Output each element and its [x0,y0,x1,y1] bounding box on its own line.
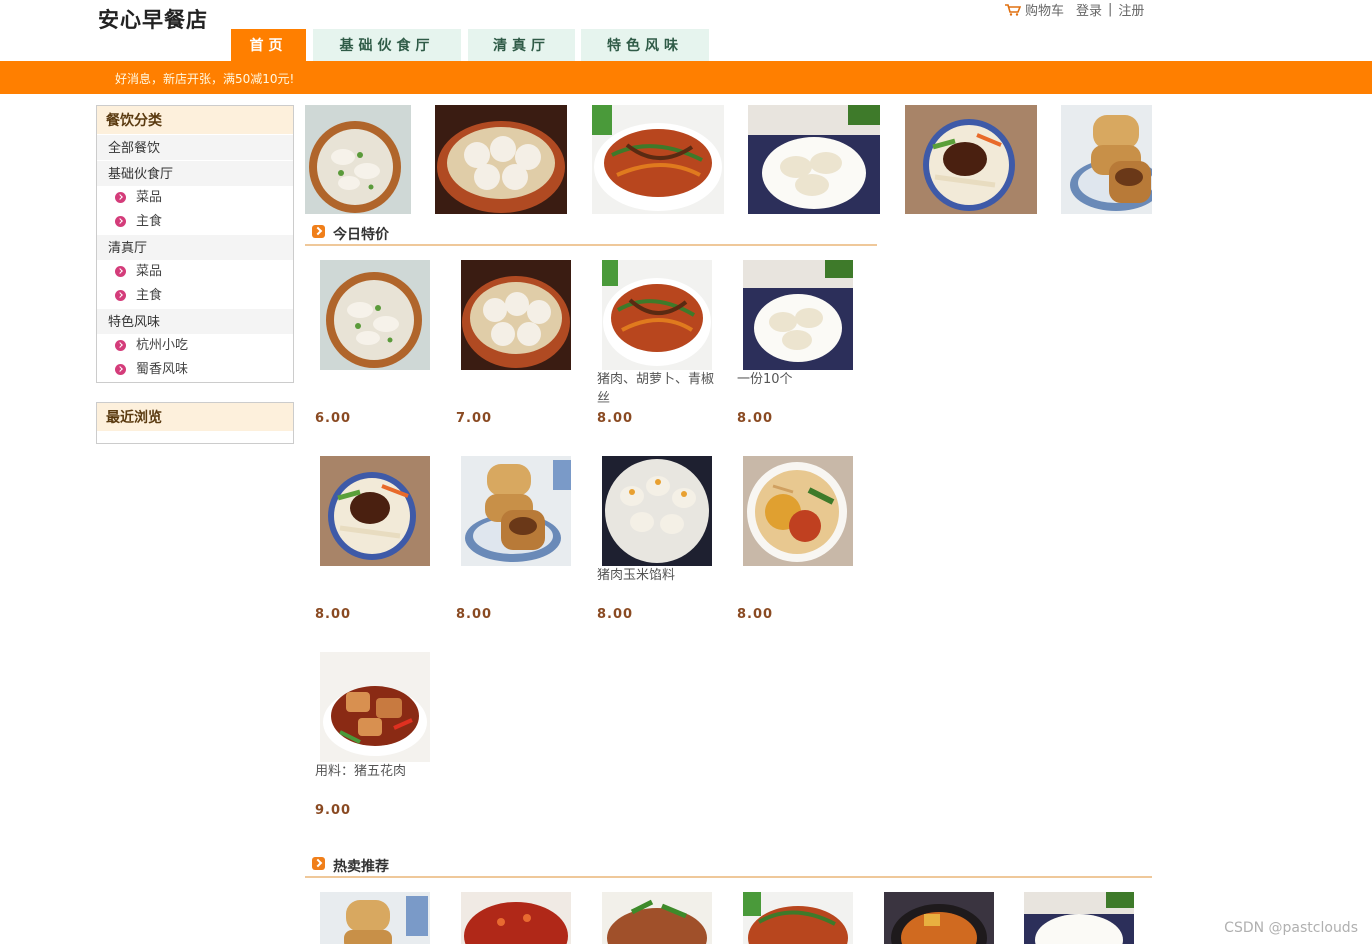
sidebar-item-halal-hall[interactable]: 清真厅 [97,234,293,260]
product-image-zhajiang-noodles[interactable] [320,456,430,566]
recent-title: 最近浏览 [97,403,293,431]
link-separator: | [1108,2,1113,17]
product-image-dumplings[interactable] [743,260,853,370]
sidebar-sub-label: 杭州小吃 [136,338,189,353]
arrow-bullet-icon [115,192,126,203]
register-link[interactable]: 注册 [1118,0,1144,19]
announcement-banner: 好消息，新店开张，满50减10元! [0,61,1372,94]
hot-image-braised-chicken[interactable] [884,892,994,944]
product-image-pastries[interactable] [461,456,571,566]
cart-icon[interactable] [1005,3,1021,16]
sidebar-sub-dishes[interactable]: 菜品 [97,186,293,210]
product-price[interactable]: 8.00 [315,607,351,622]
login-link[interactable]: 登录 [1076,0,1102,19]
hot-image-pastries[interactable] [320,892,430,944]
sidebar-sub-label: 菜品 [136,190,163,205]
tab-special-flavor[interactable]: 特色风味 [581,29,709,61]
sidebar-item-all[interactable]: 全部餐饮 [97,134,293,160]
category-panel: 餐饮分类 全部餐饮 基础伙食厅 菜品 主食 清真厅 菜品 主食 特色风味 杭州小… [96,105,294,383]
sidebar-sub-label: 主食 [136,288,163,303]
tab-home[interactable]: 首页 [231,29,306,61]
product-price[interactable]: 8.00 [597,411,633,426]
arrow-bullet-icon [115,216,126,227]
sidebar-sub-staple[interactable]: 主食 [97,210,293,234]
hot-sale-header: 热卖推荐 [305,852,1152,878]
recent-panel: 最近浏览 [96,402,294,444]
product-image-chickpea-noodles[interactable] [743,456,853,566]
carousel-image-dumplings[interactable] [748,105,880,214]
section-arrow-icon [312,225,325,238]
section-arrow-icon [312,857,325,870]
product-price[interactable]: 8.00 [597,607,633,622]
category-title: 餐饮分类 [97,106,293,134]
product-price[interactable]: 7.00 [456,411,492,426]
product-image-shredded-pork[interactable] [602,260,712,370]
hot-image-dumplings[interactable] [1024,892,1134,944]
sidebar-sub-label: 蜀香风味 [136,362,189,377]
product-desc: 猪肉、胡萝卜、青椒丝 [597,372,715,406]
announcement-text: 好消息，新店开张，满50减10元! [115,72,295,86]
today-special-title: 今日特价 [333,227,389,243]
arrow-bullet-icon [115,290,126,301]
product-image-wonton[interactable] [320,260,430,370]
sidebar-sub-dishes[interactable]: 菜品 [97,260,293,284]
sidebar-sub-hangzhou-snacks[interactable]: 杭州小吃 [97,334,293,358]
sidebar-sub-sichuan-flavor[interactable]: 蜀香风味 [97,358,293,382]
carousel-image-zhajiang-noodles[interactable] [905,105,1037,214]
hot-image-spicy-dish[interactable] [461,892,571,944]
watermark-text: CSDN @pastclouds [1224,920,1358,936]
hot-image-stir-fry[interactable] [602,892,712,944]
cart-link[interactable]: 购物车 [1025,0,1064,19]
product-price[interactable]: 8.00 [737,607,773,622]
sidebar-sub-label: 菜品 [136,264,163,279]
main-nav: 首页 基础伙食厅 清真厅 特色风味 [0,29,1372,61]
product-image-braised-pork[interactable] [320,652,430,762]
product-desc: 一份10个 [737,372,793,387]
carousel-image-shredded-pork[interactable] [592,105,724,214]
tab-halal-hall[interactable]: 清真厅 [468,29,575,61]
arrow-bullet-icon [115,364,126,375]
carousel-image-wonton[interactable] [305,105,411,214]
sidebar-item-basic-canteen[interactable]: 基础伙食厅 [97,160,293,186]
arrow-bullet-icon [115,266,126,277]
sidebar-item-special-flavor[interactable]: 特色风味 [97,308,293,334]
product-price[interactable]: 6.00 [315,411,351,426]
tab-basic-canteen[interactable]: 基础伙食厅 [313,29,461,61]
product-price[interactable]: 8.00 [737,411,773,426]
hot-sale-title: 热卖推荐 [333,859,389,875]
sidebar-sub-label: 主食 [136,214,163,229]
product-image-shaomai[interactable] [602,456,712,566]
product-price[interactable]: 8.00 [456,607,492,622]
top-links: 购物车 登录 | 注册 [1005,0,1144,19]
carousel-image-pastries[interactable] [1061,105,1152,214]
hot-image-shredded-pork[interactable] [743,892,853,944]
product-desc: 用料：猪五花肉 [315,764,407,779]
arrow-bullet-icon [115,340,126,351]
product-price[interactable]: 9.00 [315,803,351,818]
today-special-header: 今日特价 [305,220,877,246]
carousel-image-buns[interactable] [435,105,567,214]
product-image-buns[interactable] [461,260,571,370]
sidebar-sub-staple[interactable]: 主食 [97,284,293,308]
product-desc: 猪肉玉米馅料 [597,568,676,583]
